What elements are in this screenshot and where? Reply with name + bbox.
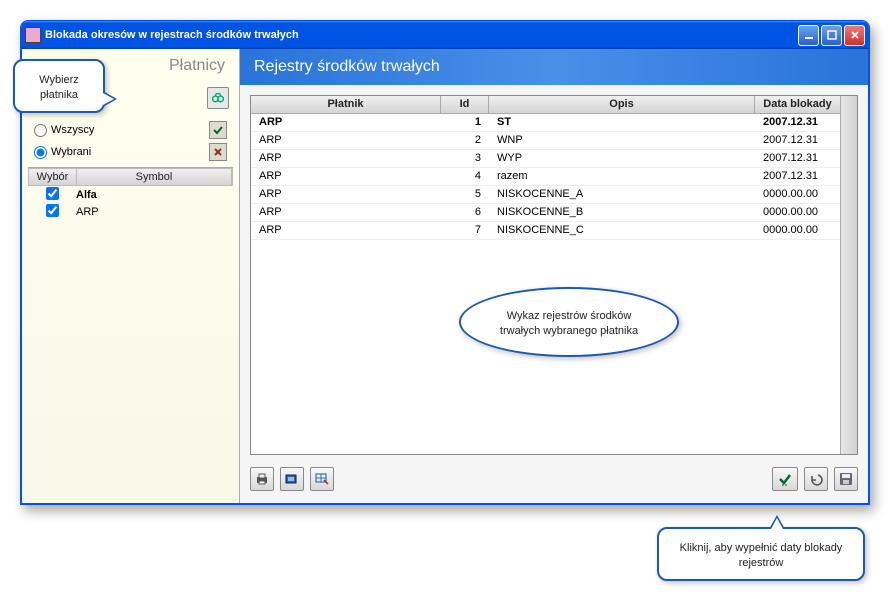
minimize-button[interactable] — [798, 25, 819, 46]
deselect-all-button[interactable] — [209, 143, 227, 161]
select-all-button[interactable] — [209, 121, 227, 139]
cell-platnik: ARP — [251, 168, 441, 185]
cell-id: 7 — [441, 222, 489, 239]
payer-checkbox[interactable] — [46, 187, 59, 200]
table-row[interactable]: ARP5NISKOCENNE_A0000.00.00 — [251, 186, 841, 204]
window-title: Blokada okresów w rejestrach środków trw… — [45, 29, 798, 41]
col-opis[interactable]: Opis — [489, 96, 755, 113]
callout-text: Kliknij, aby wypełnić daty blokady rejes… — [680, 542, 843, 569]
table-row[interactable]: ARP4razem2007.12.31 — [251, 168, 841, 186]
app-body: Płatnicy Wszyscy Wybrani — [21, 49, 869, 504]
filter-selected-label: Wybrani — [51, 146, 91, 158]
close-button[interactable] — [844, 25, 865, 46]
payer-symbol: Alfa — [76, 189, 233, 201]
cell-id: 5 — [441, 186, 489, 203]
cell-data-blokady: 2007.12.31 — [755, 150, 841, 167]
cell-id: 1 — [441, 114, 489, 131]
col-wybor[interactable]: Wybór — [29, 169, 77, 185]
print-button[interactable] — [250, 467, 274, 491]
col-id[interactable]: Id — [441, 96, 489, 113]
cell-platnik: ARP — [251, 186, 441, 203]
table-row[interactable]: ARP1ST2007.12.31 — [251, 114, 841, 132]
registers-table-body: ARP1ST2007.12.31ARP2WNP2007.12.31ARP3WYP… — [251, 114, 857, 240]
payer-filter: Wszyscy Wybrani — [30, 119, 231, 163]
registers-table: Płatnik Id Opis Data blokady ARP1ST2007.… — [250, 95, 858, 455]
window-controls — [798, 25, 865, 46]
cell-id: 6 — [441, 204, 489, 221]
cell-platnik: ARP — [251, 132, 441, 149]
table-row[interactable]: ARP2WNP2007.12.31 — [251, 132, 841, 150]
table-row[interactable]: ARP7NISKOCENNE_C0000.00.00 — [251, 222, 841, 240]
payer-table-head: Wybór Symbol — [28, 168, 233, 186]
callout-choose-payer: Wybierz płatnika — [13, 59, 105, 113]
callout-registers-list: Wykaz rejestrów środków trwałych wybrane… — [459, 287, 679, 357]
payer-checkbox[interactable] — [46, 204, 59, 217]
payer-symbol: ARP — [76, 206, 233, 218]
payer-table: Wybór Symbol Alfa ARP — [28, 167, 233, 220]
callout-pointer — [769, 515, 785, 529]
titlebar: Blokada okresów w rejestrach środków trw… — [21, 21, 869, 49]
cell-opis: WYP — [489, 150, 755, 167]
table-row[interactable]: ARP3WYP2007.12.31 — [251, 150, 841, 168]
cell-opis: razem — [489, 168, 755, 185]
cell-opis: NISKOCENNE_C — [489, 222, 755, 239]
callout-click-fill: Kliknij, aby wypełnić daty blokady rejes… — [657, 527, 865, 581]
cell-data-blokady: 2007.12.31 — [755, 168, 841, 185]
cell-platnik: ARP — [251, 222, 441, 239]
cell-opis: NISKOCENNE_A — [489, 186, 755, 203]
col-symbol[interactable]: Symbol — [77, 169, 232, 185]
cell-opis: ST — [489, 114, 755, 131]
main-panel: Rejestry środków trwałych Płatnik Id Opi… — [240, 49, 868, 503]
confirm-button[interactable] — [772, 467, 798, 491]
cell-platnik: ARP — [251, 114, 441, 131]
payer-checkbox-cell[interactable] — [28, 187, 76, 203]
app-icon — [25, 27, 41, 43]
table-tool-button[interactable] — [310, 467, 334, 491]
export-button[interactable] — [280, 467, 304, 491]
filter-all-label: Wszyscy — [51, 124, 94, 136]
binoculars-button[interactable] — [207, 87, 229, 109]
cell-data-blokady: 2007.12.31 — [755, 114, 841, 131]
cell-opis: NISKOCENNE_B — [489, 204, 755, 221]
callout-text: Wykaz rejestrów środków trwałych wybrane… — [500, 310, 638, 337]
cell-data-blokady: 0000.00.00 — [755, 186, 841, 203]
save-button[interactable] — [834, 467, 858, 491]
app-window: Blokada okresów w rejestrach środków trw… — [20, 20, 870, 505]
cell-data-blokady: 0000.00.00 — [755, 222, 841, 239]
payer-row[interactable]: Alfa — [28, 186, 233, 203]
cell-id: 4 — [441, 168, 489, 185]
maximize-button[interactable] — [821, 25, 842, 46]
payer-table-body: Alfa ARP — [28, 186, 233, 220]
callout-pointer — [103, 91, 117, 107]
cell-id: 2 — [441, 132, 489, 149]
cell-id: 3 — [441, 150, 489, 167]
payer-row[interactable]: ARP — [28, 203, 233, 220]
undo-button[interactable] — [804, 467, 828, 491]
cell-platnik: ARP — [251, 150, 441, 167]
payer-checkbox-cell[interactable] — [28, 204, 76, 220]
bottom-toolbar — [250, 465, 858, 493]
cell-platnik: ARP — [251, 204, 441, 221]
main-header: Rejestry środków trwałych — [240, 49, 868, 85]
filter-selected-radio[interactable] — [34, 146, 47, 159]
cell-data-blokady: 0000.00.00 — [755, 204, 841, 221]
filter-all-radio[interactable] — [34, 124, 47, 137]
cell-data-blokady: 2007.12.31 — [755, 132, 841, 149]
callout-text: Wybierz płatnika — [39, 74, 79, 101]
table-row[interactable]: ARP6NISKOCENNE_B0000.00.00 — [251, 204, 841, 222]
col-platnik[interactable]: Płatnik — [251, 96, 441, 113]
sidebar: Płatnicy Wszyscy Wybrani — [22, 49, 240, 503]
cell-opis: WNP — [489, 132, 755, 149]
registers-table-head: Płatnik Id Opis Data blokady — [251, 96, 841, 114]
col-data-blokady[interactable]: Data blokady — [755, 96, 841, 113]
